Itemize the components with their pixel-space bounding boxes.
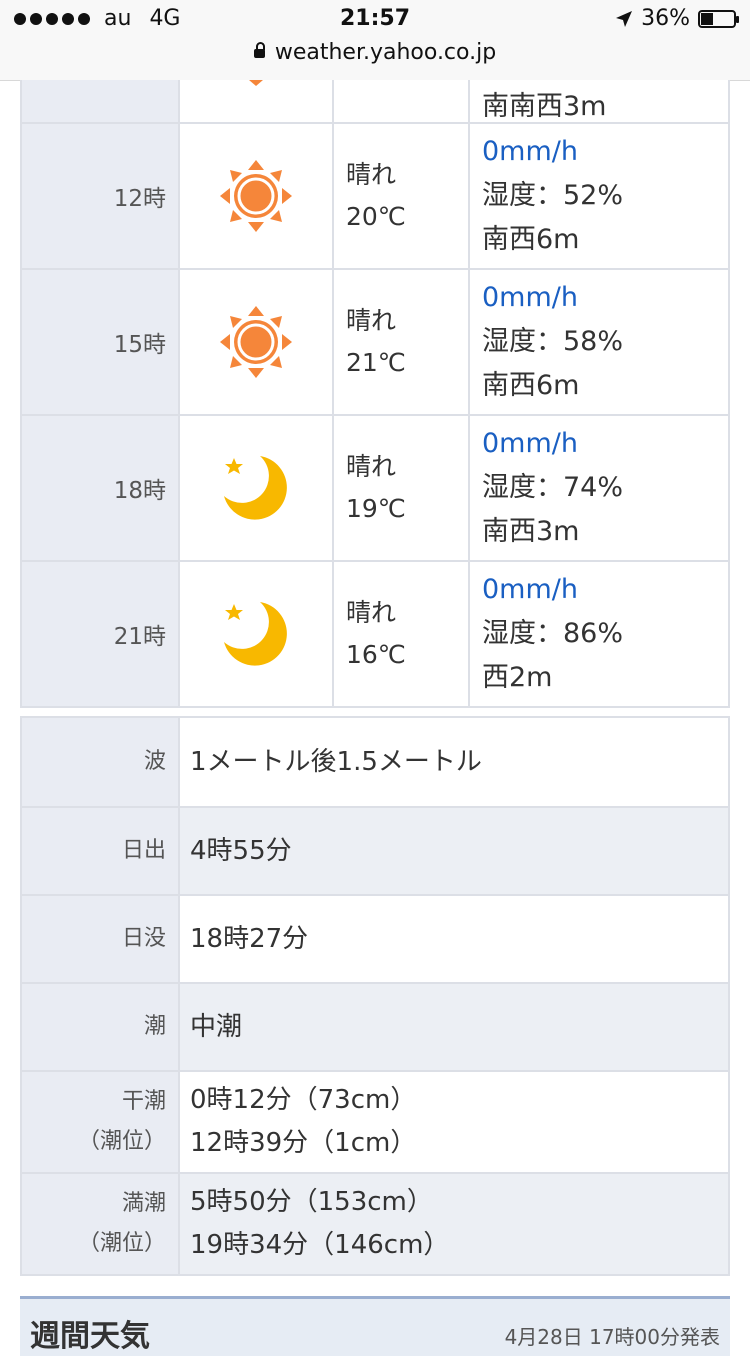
url-bar[interactable]: weather.yahoo.co.jp	[0, 40, 750, 81]
info-value: 18時27分	[178, 896, 728, 982]
published-time: 4月28日 17時00分発表	[504, 1325, 720, 1349]
condition-text: 晴れ	[346, 452, 397, 481]
location-arrow-icon	[616, 10, 633, 27]
humidity-text: 湿度：74%	[482, 472, 624, 503]
info-value: 4時55分	[178, 808, 728, 894]
condition-text: 晴れ	[346, 160, 397, 189]
info-label-line: （潮位）	[77, 1129, 166, 1154]
wind-text: 南西3m	[482, 516, 580, 547]
wind-text: 南西6m	[482, 370, 580, 401]
info-row-sunset: 日没 18時27分	[22, 894, 728, 982]
lock-icon	[253, 42, 265, 58]
humidity-text: 湿度：86%	[482, 618, 624, 649]
hourly-weather-cell: 晴れ 19℃	[332, 416, 468, 560]
hourly-row: 21時 晴れ 16℃ 0mm/h 湿度：86% 西2m	[22, 560, 728, 706]
info-value: 中潮	[178, 984, 728, 1070]
hourly-detail-cell: 0mm/h 湿度：58% 南西6m	[468, 270, 728, 414]
hourly-icon-cell	[178, 270, 332, 414]
section-title: 週間天気	[30, 1319, 150, 1354]
info-label: 日没	[22, 896, 178, 982]
battery-icon	[698, 9, 739, 28]
hourly-weather-cell: 晴れ 16℃	[332, 562, 468, 706]
temperature-text: 21℃	[346, 348, 406, 377]
info-label: 波	[22, 718, 178, 806]
hourly-row: 12時 晴れ 20℃ 0mm/h 湿度：52% 南西6m	[22, 122, 728, 268]
info-row-wave: 波 1メートル後1.5メートル	[22, 718, 728, 806]
info-value-line: 19時34分（146cm）	[190, 1230, 450, 1260]
hourly-row: 18時 晴れ 19℃ 0mm/h 湿度：74% 南西3m	[22, 414, 728, 560]
battery-fill	[701, 12, 713, 25]
moon-icon	[224, 602, 287, 666]
info-label: 日出	[22, 808, 178, 894]
temperature-text: 16℃	[346, 640, 406, 669]
info-value-line: 0時12分（73cm）	[190, 1085, 417, 1115]
info-value: 0時12分（73cm） 12時39分（1cm）	[178, 1072, 728, 1172]
hourly-detail-cell: 南南西3m	[468, 80, 728, 122]
marine-info-table: 波 1メートル後1.5メートル 日出 4時55分 日没 18時27分 潮 中潮 …	[20, 716, 730, 1276]
moon-icon	[224, 456, 287, 520]
hourly-icon-cell	[178, 416, 332, 560]
battery-percent: 36%	[641, 6, 690, 31]
status-bar: au 4G 21:57 36%	[0, 0, 750, 40]
info-value: 1メートル後1.5メートル	[178, 718, 728, 806]
info-label: 潮	[22, 984, 178, 1070]
info-label-line: 満潮	[121, 1191, 166, 1216]
info-label: 干潮 （潮位）	[22, 1072, 178, 1172]
wind-text: 西2m	[482, 662, 553, 693]
condition-text: 晴れ	[346, 306, 397, 335]
precipitation-text: 0mm/h	[482, 428, 578, 459]
hourly-icon-cell	[178, 562, 332, 706]
hourly-weather-cell: 晴れ 21℃	[332, 270, 468, 414]
hourly-detail-cell: 0mm/h 湿度：52% 南西6m	[468, 124, 728, 268]
info-row-tide: 潮 中潮	[22, 982, 728, 1070]
weekly-weather-header: 週間天気 4月28日 17時00分発表	[20, 1296, 730, 1356]
info-row-high-tide: 満潮 （潮位） 5時50分（153cm） 19時34分（146cm）	[22, 1172, 728, 1274]
hourly-time: 18時	[22, 416, 178, 560]
hourly-icon-cell	[178, 124, 332, 268]
hourly-row: 15時 晴れ 21℃ 0mm/h 湿度：58% 南西6m	[22, 268, 728, 414]
hourly-weather-cell: 晴れ 20℃	[332, 124, 468, 268]
info-value: 5時50分（153cm） 19時34分（146cm）	[178, 1174, 728, 1274]
precipitation-text: 0mm/h	[482, 574, 578, 605]
sun-icon	[249, 80, 263, 86]
info-value-line: 5時50分（153cm）	[190, 1187, 433, 1217]
sun-icon	[220, 306, 292, 378]
sun-icon	[220, 160, 292, 232]
precipitation-text: 0mm/h	[482, 136, 578, 167]
info-row-low-tide: 干潮 （潮位） 0時12分（73cm） 12時39分（1cm）	[22, 1070, 728, 1172]
wind-text: 南南西3m	[482, 91, 607, 122]
hourly-time: 15時	[22, 270, 178, 414]
url-domain: weather.yahoo.co.jp	[274, 40, 497, 65]
info-value-line: 12時39分（1cm）	[190, 1128, 417, 1158]
hourly-detail-cell: 0mm/h 湿度：86% 西2m	[468, 562, 728, 706]
hourly-row-partial: 南南西3m	[22, 80, 728, 122]
info-label-line: 干潮	[121, 1089, 166, 1114]
hourly-forecast-table: 南南西3m 12時 晴れ 20℃ 0mm/h 湿度：52% 南西6m 15時 晴…	[20, 80, 730, 708]
hourly-detail-cell: 0mm/h 湿度：74% 南西3m	[468, 416, 728, 560]
info-label: 満潮 （潮位）	[22, 1174, 178, 1274]
info-label-line: （潮位）	[77, 1231, 166, 1256]
temperature-text: 20℃	[346, 202, 406, 231]
hourly-icon-cell	[178, 80, 332, 122]
status-right: 36%	[615, 6, 739, 31]
humidity-text: 湿度：58%	[482, 326, 624, 357]
wind-text: 南西6m	[482, 224, 580, 255]
temperature-text: 19℃	[346, 494, 406, 523]
precipitation-text: 0mm/h	[482, 282, 578, 313]
humidity-text: 湿度：52%	[482, 180, 624, 211]
hourly-time: 12時	[22, 124, 178, 268]
hourly-time-cell	[22, 80, 178, 122]
info-row-sunrise: 日出 4時55分	[22, 806, 728, 894]
condition-text: 晴れ	[346, 598, 397, 627]
hourly-time: 21時	[22, 562, 178, 706]
hourly-weather-cell	[332, 80, 468, 122]
